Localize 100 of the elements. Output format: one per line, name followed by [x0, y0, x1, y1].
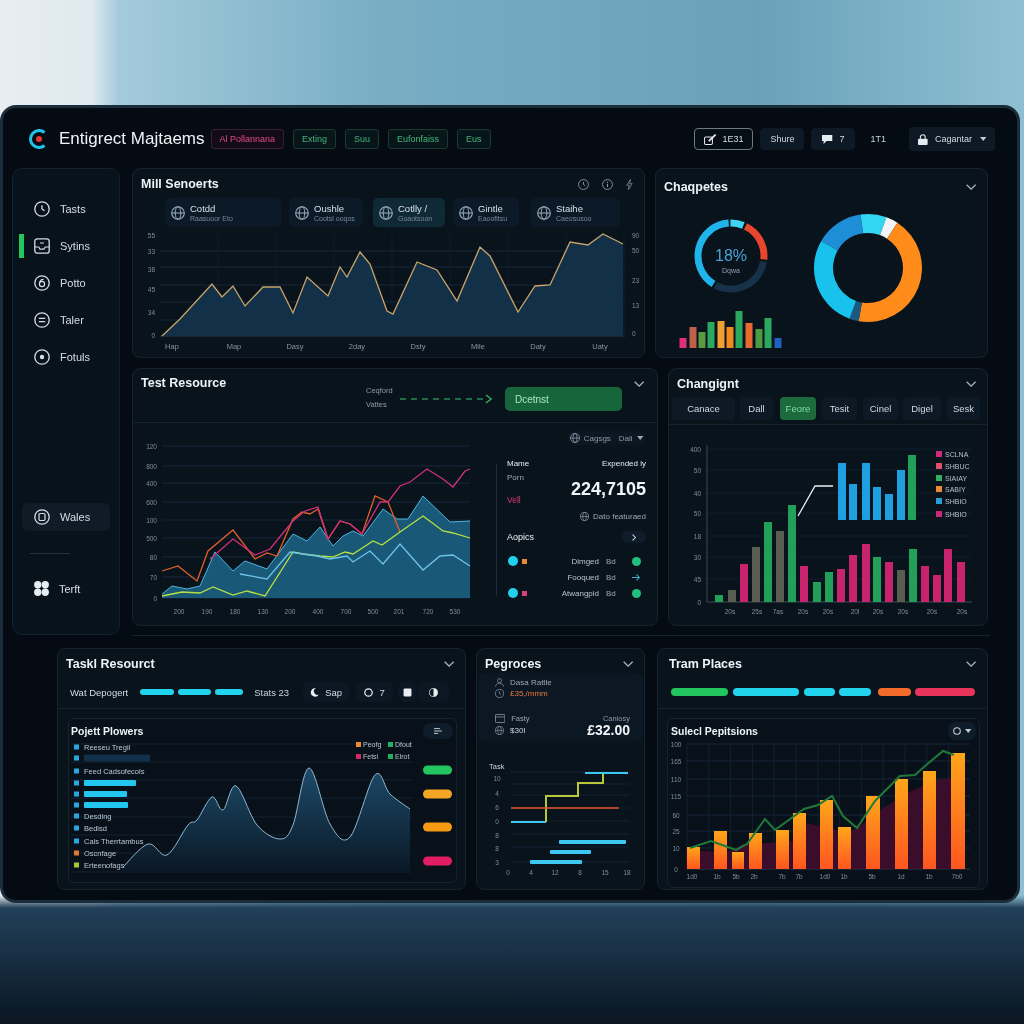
callout-line: [797, 485, 834, 517]
bar: [933, 575, 941, 602]
bar: [849, 484, 857, 520]
chevron-icon: [631, 533, 637, 541]
chart-title: Sulecl Pepitsions: [671, 725, 758, 737]
globe-icon: [379, 205, 393, 220]
caret-icon: [636, 436, 643, 440]
bar: [776, 830, 789, 869]
toolbar-button[interactable]: 7: [811, 128, 856, 150]
half-circle-icon: [429, 687, 439, 697]
bar: [745, 323, 753, 348]
segment-button[interactable]: Sap: [303, 682, 350, 702]
item-code: $30I: [510, 726, 526, 735]
bar: [84, 802, 128, 808]
chevron-icon[interactable]: [965, 381, 976, 387]
bar: [749, 833, 762, 869]
bar: [897, 570, 905, 602]
tab[interactable]: Exting: [293, 129, 337, 149]
bar: [838, 827, 851, 869]
tray-icon: [34, 237, 50, 254]
action-button[interactable]: Dcetnst: [505, 387, 622, 411]
bar: [849, 555, 857, 602]
badge-icon: [34, 509, 50, 525]
person-icon: [495, 678, 504, 687]
chevron-icon[interactable]: [633, 381, 644, 387]
note-text: Dato featuraed: [593, 511, 646, 521]
tab[interactable]: Digel: [903, 397, 941, 420]
clock-icon: [495, 689, 504, 698]
tab[interactable]: Canace: [672, 397, 735, 420]
dropdown-button[interactable]: [948, 722, 976, 740]
chevron-icon[interactable]: [965, 184, 976, 190]
tab[interactable]: Sesk: [947, 397, 980, 420]
panel-title: Changignt: [677, 377, 739, 391]
bar: [740, 564, 748, 602]
sidebar-item[interactable]: Fotuls: [13, 338, 119, 375]
tab[interactable]: Al Pollannana: [210, 129, 285, 149]
circled-six-icon: [34, 274, 50, 291]
user-menu[interactable]: Cagantar: [909, 127, 995, 151]
tab[interactable]: Eus: [457, 129, 491, 149]
segment-button[interactable]: 7: [356, 682, 394, 702]
status-dot-icon: [632, 588, 641, 598]
bar: [957, 562, 965, 602]
tab[interactable]: Tesit: [822, 397, 857, 420]
tab[interactable]: Suu: [345, 129, 380, 149]
bar: [813, 582, 821, 602]
segment-button[interactable]: [418, 682, 450, 702]
bar: [909, 549, 917, 602]
bar: [837, 569, 845, 602]
bar: [908, 455, 916, 520]
options-button[interactable]: [423, 723, 453, 739]
bar: [825, 572, 833, 602]
bar: [530, 860, 582, 864]
price-text: £35,/mmm: [510, 689, 548, 698]
tab[interactable]: Dall: [740, 397, 773, 420]
globe-icon: [537, 205, 551, 220]
clock-icon[interactable]: [578, 178, 590, 190]
segment-button[interactable]: [398, 682, 417, 702]
tab[interactable]: Cinel: [863, 397, 898, 420]
stat-label: Gintle: [478, 202, 504, 214]
expand-button[interactable]: [622, 531, 646, 543]
topic-label: Dimged: [570, 556, 599, 566]
info-icon[interactable]: [602, 178, 614, 190]
target-icon: [34, 348, 50, 365]
toolbar-button[interactable]: 1E31: [693, 128, 754, 150]
toolbar-button[interactable]: Shure: [760, 128, 805, 150]
bar: [820, 800, 833, 869]
bolt-icon[interactable]: [626, 178, 633, 190]
stat-label: Staihe: [556, 202, 584, 214]
sidebar-item[interactable]: Tasts: [13, 190, 119, 227]
sidebar-item[interactable]: Wales: [22, 503, 110, 531]
caret-icon: [979, 137, 986, 141]
bar: [84, 754, 150, 762]
edit-icon: [703, 133, 717, 145]
chat-icon: [822, 134, 833, 144]
sidebar-item[interactable]: Terft: [13, 570, 119, 607]
bar: [732, 852, 744, 869]
tab[interactable]: Eufonfaiss: [388, 129, 449, 149]
bar: [84, 791, 127, 797]
filter-dropdown[interactable]: Cagsgs Dali: [566, 431, 646, 445]
bar: [944, 549, 952, 602]
chevron-icon[interactable]: [443, 661, 454, 667]
sidebar-item[interactable]: Potto: [13, 264, 119, 301]
chevron-icon[interactable]: [622, 661, 633, 667]
ring-icon: [952, 727, 961, 735]
chevron-icon[interactable]: [965, 661, 976, 667]
bar: [714, 831, 727, 869]
sidebar-item[interactable]: Taler: [13, 301, 119, 338]
bar: [885, 494, 893, 520]
list-icon: [34, 311, 50, 328]
topic-label: Atwangpid: [560, 588, 599, 598]
clover-icon: [34, 581, 49, 596]
tab[interactable]: Feore: [780, 397, 816, 420]
square-icon: [402, 687, 412, 697]
field-label: Mame: [507, 458, 530, 468]
chart-title: Pojett Plowers: [71, 725, 144, 737]
status-text: Vell: [507, 494, 522, 507]
bar: [752, 547, 760, 602]
sort-icon: [433, 728, 443, 734]
field-value: Porn: [507, 472, 524, 484]
panel-title: Taskl Resourct: [66, 657, 155, 671]
